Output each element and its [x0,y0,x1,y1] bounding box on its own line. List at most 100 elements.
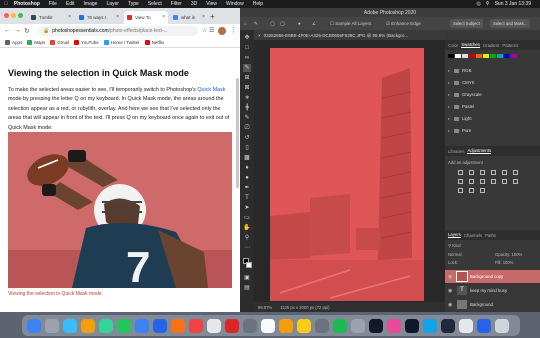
tab-color[interactable]: Color [448,43,458,48]
crop-tool-icon[interactable]: ⊞ [243,74,251,82]
dock-app-icon[interactable] [369,318,383,333]
dock-app-icon[interactable] [153,318,167,333]
tab-76-ways[interactable]: 76 ways t × [76,11,122,24]
apple-icon[interactable]:  [4,1,8,7]
select-subject-button[interactable]: Select Subject [450,19,483,28]
dock-app-icon[interactable] [315,318,329,333]
home-icon[interactable]: ⌂ [244,21,247,26]
dock-app-icon[interactable] [387,318,401,333]
tab-what-is[interactable]: what is × [170,11,208,24]
close-tab-icon[interactable]: × [202,14,205,20]
sample-all-layers-checkbox[interactable]: ☐ Sample All Layers [330,21,371,27]
layer-background[interactable]: ◉ Background [445,298,540,311]
swatch-folder-pastel[interactable]: ▸ Pastel [448,104,474,109]
bookmark-maps[interactable]: Maps [27,40,45,45]
canvas-workspace[interactable] [254,40,445,302]
quick-selection-tool-icon[interactable]: ✎ [254,21,258,27]
quick-mask-mode-icon[interactable]: ▣ [243,274,251,282]
tab-patterns[interactable]: Patterns [502,43,518,48]
menu-image[interactable]: Image [84,1,98,7]
history-brush-icon[interactable]: ↺ [243,134,251,142]
adjustment-icons-grid[interactable] [455,168,525,195]
page-scrollbar[interactable] [236,78,239,188]
more-tools-icon[interactable]: ⋯ [243,244,251,252]
zoom-window-button[interactable] [18,13,23,18]
marquee-tool-icon[interactable]: □ [243,44,251,52]
address-bar[interactable]: 🔒 photoshopessentials.com/photo-effects/… [38,26,198,36]
hand-tool-icon[interactable]: ✋ [243,224,251,232]
dock-app-icon[interactable] [27,318,41,333]
visibility-eye-icon[interactable]: ◉ [448,274,454,280]
quick-selection-tool-icon[interactable]: ✎ [243,64,251,72]
dock-app-icon[interactable] [297,318,311,333]
dock-app-icon[interactable] [405,318,419,333]
visibility-eye-icon[interactable]: ◉ [448,288,454,294]
tab-view-to-active[interactable]: View To × [124,11,168,24]
swatch-folder-grayscale[interactable]: ▸ Grayscale [448,92,482,97]
menu-view[interactable]: View [206,1,217,7]
bookmark-twitter[interactable]: Home / Twitter [103,40,140,45]
search-icon[interactable]: ⚲ [486,1,490,7]
reload-icon[interactable]: ↻ [24,27,30,35]
swatch-folder-rgb[interactable]: ▸ RGB [448,68,472,73]
dock-app-icon[interactable] [423,318,437,333]
type-tool-icon[interactable]: T [243,194,251,202]
quick-mask-link[interactable]: Quick Mask [197,87,225,93]
menu-help[interactable]: Help [253,1,263,7]
dock-app-icon[interactable] [351,318,365,333]
close-window-button[interactable] [4,13,9,18]
tab-adjustments[interactable]: Adjustments [467,148,492,154]
menu-3d[interactable]: 3D [191,1,197,7]
brush-size-icon[interactable]: ● [298,21,301,26]
forward-arrow-icon[interactable]: → [14,27,21,34]
select-and-mask-button[interactable]: Select and Mask... [490,19,531,28]
back-arrow-icon[interactable]: ← [4,27,11,34]
dock-app-icon[interactable] [63,318,77,333]
healing-brush-icon[interactable]: ╋ [243,104,251,112]
blur-tool-icon[interactable]: ♦ [243,164,251,172]
background-color-swatch[interactable] [246,262,252,268]
menu-edit[interactable]: Edit [66,1,75,7]
layer-filter-kind[interactable]: ⚲ Kind [448,243,461,248]
tab-gradient[interactable]: Gradient [483,43,499,48]
extensions-icon[interactable]: ☰ [209,27,214,34]
screen-mode-icon[interactable]: ▤ [243,284,251,292]
dock-app-icon[interactable] [117,318,131,333]
menu-layer[interactable]: Layer [106,1,119,7]
swatch-folder-light[interactable]: ▸ Light [448,116,472,121]
bookmark-youtube[interactable]: YouTube [74,40,99,45]
menubar-clock[interactable]: Sun 3 Jan 13:39 [495,1,531,7]
gradient-tool-icon[interactable]: ▩ [243,154,251,162]
menu-window[interactable]: Window [226,1,244,7]
dock-app-icon[interactable] [171,318,185,333]
angle-icon[interactable]: ∠ [312,21,316,27]
menu-filter[interactable]: Filter [171,1,182,7]
tab-swatches[interactable]: Swatches [461,42,480,48]
wifi-icon[interactable]: ◎ [477,1,481,7]
dock-app-icon[interactable] [261,318,275,333]
bookmark-star-icon[interactable]: ☆ [202,27,207,34]
dock-app-icon[interactable] [135,318,149,333]
swatch-folder-pure[interactable]: ▸ Pure [448,128,471,133]
document-canvas[interactable] [270,48,424,301]
new-tab-button[interactable]: + [210,12,215,21]
close-document-icon[interactable]: × [258,33,261,38]
tab-libraries[interactable]: Libraries [448,149,464,154]
dock-app-icon[interactable] [243,318,257,333]
zoom-level[interactable]: 99.87% [258,305,272,310]
move-tool-icon[interactable]: ✥ [243,34,251,42]
path-selection-icon[interactable]: ➤ [243,204,251,212]
dock-app-icon[interactable] [279,318,293,333]
menu-file[interactable]: File [49,1,57,7]
layer-background-copy[interactable]: ◉ Background copy [445,270,540,283]
tab-paths[interactable]: Paths [485,233,496,238]
dock-app-icon[interactable] [495,318,509,333]
dock-app-icon[interactable] [225,318,239,333]
menu-select[interactable]: Select [148,1,162,7]
dock-app-icon[interactable] [459,318,473,333]
subtract-selection-icon[interactable]: ◯ [280,21,285,27]
bookmark-netflix[interactable]: Netflix [144,40,164,45]
enhance-edge-checkbox[interactable]: ☑ Enhance Edge [386,21,421,27]
swatch-folder-cmyk[interactable]: ▸ CMYK [448,80,475,85]
frame-tool-icon[interactable]: ⊠ [243,84,251,92]
